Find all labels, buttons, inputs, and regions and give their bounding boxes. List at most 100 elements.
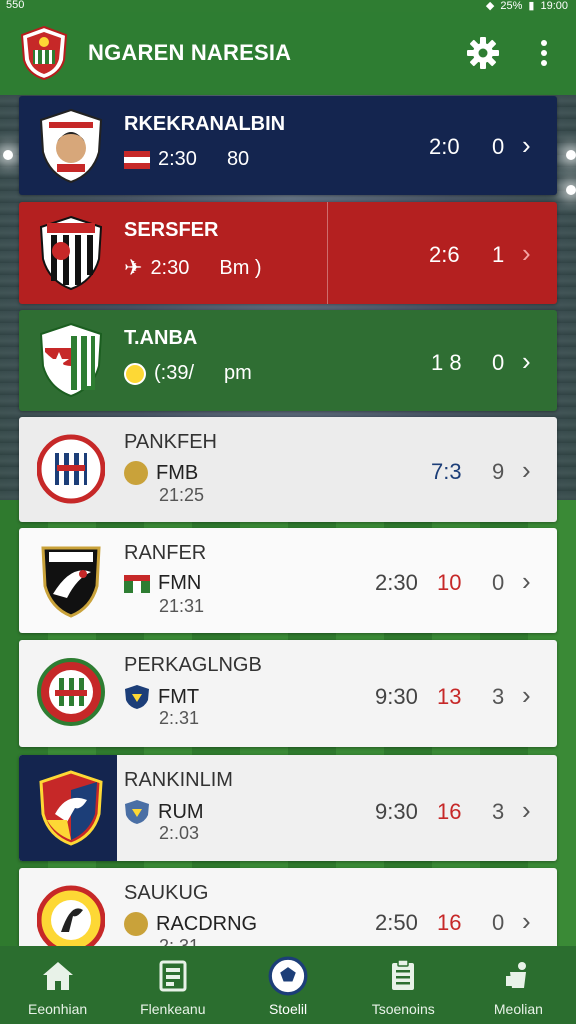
match-count: 3 — [492, 684, 505, 709]
match-score: 9:30 — [375, 684, 418, 709]
chevron-right-icon[interactable]: › — [522, 238, 531, 269]
match-goals: 10 — [437, 570, 462, 595]
competition-icon — [124, 912, 148, 936]
match-score: 9:30 — [375, 799, 418, 824]
match-score: 2:6 — [429, 242, 460, 267]
football-icon — [268, 956, 308, 996]
match-count: 0 — [492, 350, 505, 375]
match-detail: FMB — [156, 461, 199, 484]
whistle-icon: ✈ — [124, 255, 143, 280]
status-left-text: 550 — [6, 0, 25, 11]
nav-item-players[interactable]: Meolian — [461, 946, 576, 1024]
match-count: 0 — [492, 910, 505, 935]
chevron-right-icon[interactable]: › — [522, 680, 531, 711]
more-options-icon[interactable] — [534, 38, 554, 68]
match-time: 2:.31 — [159, 936, 200, 946]
team-crest-icon — [37, 658, 105, 726]
match-time-row: ✈ 2:30 Bm ) — [124, 255, 262, 281]
gear-icon[interactable] — [466, 36, 500, 70]
chevron-right-icon[interactable]: › — [522, 795, 531, 826]
match-card[interactable]: RANFER FMN 21:31 2:30 10 0 › — [19, 528, 557, 633]
match-goals: 13 — [437, 684, 462, 709]
home-icon — [42, 962, 73, 990]
card-divider — [327, 202, 328, 304]
chevron-right-icon[interactable]: › — [522, 906, 531, 937]
match-meta: Bm ) — [219, 256, 262, 279]
match-time: 2:.31 — [159, 708, 200, 728]
match-detail: RUM — [158, 800, 204, 823]
match-card[interactable]: T.ANBA (:39/ pm 1 8 0 › — [19, 310, 557, 411]
match-detail: RACDRNG — [156, 912, 258, 935]
match-count: 1 — [492, 242, 505, 267]
nav-item-matches[interactable]: Stoelil — [230, 946, 345, 1024]
match-detail-row: RACDRNG — [124, 912, 257, 936]
shield-icon — [125, 685, 149, 709]
team-name: PANKFEH — [124, 431, 217, 453]
nav-label: Tsoenoins — [371, 1001, 435, 1017]
chevron-right-icon[interactable]: › — [522, 566, 531, 597]
team-name: T.ANBA — [124, 327, 198, 349]
chevron-right-icon[interactable]: › — [522, 346, 531, 377]
match-card[interactable]: RANKINLIM RUM 2:.03 9:30 16 3 › — [19, 755, 557, 861]
player-icon — [506, 962, 527, 988]
team-name: PERKAGLNGB — [124, 654, 262, 676]
match-time: 21:31 — [159, 596, 205, 616]
match-time-row: (:39/ pm — [124, 362, 252, 385]
match-count: 0 — [492, 570, 505, 595]
nav-item-lineups[interactable]: Tsoenoins — [346, 946, 461, 1024]
match-card[interactable]: SERSFER ✈ 2:30 Bm ) 2:6 1 › — [19, 202, 557, 304]
chevron-right-icon[interactable]: › — [522, 130, 531, 161]
match-time: 2:30 — [150, 256, 190, 279]
team-name: SERSFER — [124, 219, 219, 241]
nav-item-home[interactable]: Eeonhian — [0, 946, 115, 1024]
match-time-row: 2:30 80 — [124, 148, 249, 171]
team-crest-icon — [39, 215, 103, 291]
app-bar: NGAREN NARESIA — [0, 12, 576, 95]
ball-icon — [124, 362, 146, 385]
floodlight — [566, 150, 576, 160]
match-time: 2:30 — [158, 148, 197, 170]
match-time: (:39/ — [154, 362, 195, 384]
nav-item-scoreboard[interactable]: Flenkeanu — [115, 946, 230, 1024]
match-card[interactable]: PANKFEH FMB 21:25 7:3 9 › — [19, 417, 557, 522]
shield-icon — [125, 800, 149, 824]
clipboard-icon — [392, 959, 415, 990]
status-bar: 550 ◆ 25% ▮ 19:00 — [0, 0, 576, 12]
nav-label: Eeonhian — [28, 1001, 88, 1017]
match-card[interactable]: RKEKRANALBIN 2:30 80 2:0 0 › — [19, 96, 557, 195]
nav-label: Flenkeanu — [140, 1001, 206, 1017]
chevron-right-icon[interactable]: › — [522, 455, 531, 486]
match-count: 0 — [492, 134, 505, 159]
floodlight — [566, 185, 576, 195]
match-meta: 80 — [226, 148, 250, 170]
nav-label: Meolian — [493, 1001, 543, 1017]
nav-label: Stoelil — [268, 1001, 308, 1017]
match-meta: pm — [224, 362, 252, 384]
team-name: RANFER — [124, 542, 207, 564]
club-logo-icon[interactable] — [20, 26, 68, 80]
match-detail: FMN — [158, 572, 202, 594]
team-crest-icon — [39, 322, 103, 398]
match-score: 2:30 — [375, 570, 418, 595]
floodlight — [3, 150, 13, 160]
team-crest-icon — [41, 546, 101, 618]
match-count: 9 — [492, 459, 505, 484]
match-card[interactable]: PERKAGLNGB FMT 2:.31 9:30 13 3 › — [19, 640, 557, 747]
match-card[interactable]: SAUKUG RACDRNG 2:.31 2:50 16 0 › — [19, 868, 557, 946]
team-crest-icon — [37, 885, 105, 946]
status-right: ◆ 25% ▮ 19:00 — [486, 0, 568, 12]
competition-icon — [124, 461, 148, 485]
match-score: 2:0 — [429, 134, 460, 159]
match-time: 2:.03 — [159, 823, 200, 843]
team-name: RKEKRANALBIN — [124, 113, 286, 135]
match-detail-row: RUM — [124, 799, 204, 825]
battery-icon: ▮ — [528, 0, 535, 12]
match-score: 1 8 — [431, 350, 462, 375]
match-detail-row: FMN — [124, 572, 201, 595]
match-goals: 16 — [437, 910, 462, 935]
clock: 19:00 — [540, 0, 568, 12]
team-crest-icon — [39, 770, 103, 846]
team-name: RANKINLIM — [124, 769, 233, 791]
match-detail-row: FMT — [124, 684, 199, 710]
match-score: 7:3 — [431, 459, 462, 484]
